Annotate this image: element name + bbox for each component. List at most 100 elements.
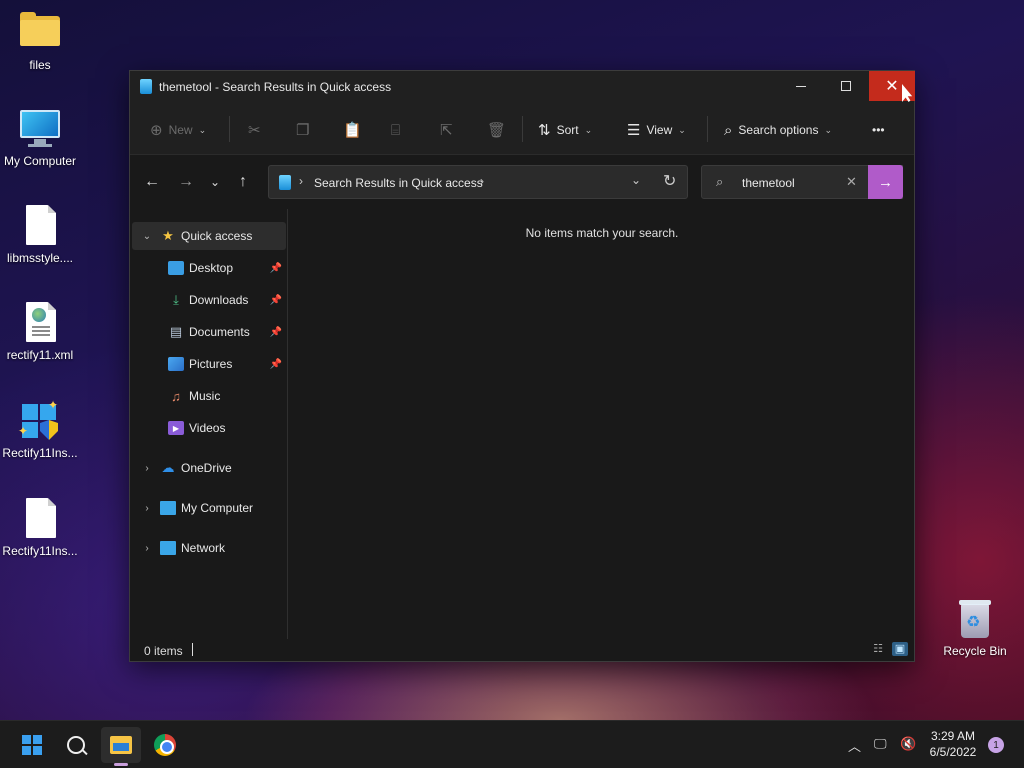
- breadcrumb[interactable]: Search Results in Quick access: [314, 176, 483, 190]
- maximize-button[interactable]: [823, 71, 869, 101]
- plus-circle-icon: ⊕: [150, 122, 163, 139]
- search-go-button[interactable]: →: [868, 165, 903, 199]
- volume-tray-button[interactable]: 🔇: [900, 736, 916, 752]
- sidebar-item-pictures[interactable]: Pictures 📌: [132, 350, 286, 378]
- start-button[interactable]: [12, 727, 52, 763]
- share-button[interactable]: ⇱: [440, 117, 459, 143]
- view-button[interactable]: ☰ View ⌄: [627, 117, 686, 143]
- search-icon: [67, 736, 85, 754]
- copy-button[interactable]: ❐: [296, 117, 315, 143]
- refresh-icon: ↻: [663, 173, 677, 190]
- maximize-icon: [841, 81, 851, 91]
- sidebar-item-my-computer[interactable]: › My Computer: [132, 494, 286, 522]
- sidebar-item-label: Documents: [189, 325, 250, 339]
- sidebar-item-network[interactable]: › Network: [132, 534, 286, 562]
- network-tray-button[interactable]: 🖵: [874, 736, 887, 752]
- close-button[interactable]: ✕: [869, 71, 915, 101]
- navigation-pane: ⌄ ★ Quick access Desktop 📌 ⤓ Downloads 📌…: [130, 209, 288, 639]
- toolbar-divider: [229, 116, 230, 142]
- breadcrumb-separator-icon[interactable]: ›: [480, 174, 484, 188]
- back-button[interactable]: ←: [144, 173, 160, 191]
- speaker-muted-icon: 🔇: [900, 736, 917, 751]
- more-options-button[interactable]: •••: [872, 117, 885, 143]
- sidebar-item-label: Pictures: [189, 357, 233, 371]
- address-history-button[interactable]: ⌄: [631, 173, 641, 187]
- taskbar-file-explorer[interactable]: [101, 727, 141, 763]
- arrow-right-icon: →: [178, 173, 194, 190]
- sidebar-item-label: Desktop: [189, 261, 234, 275]
- windows-logo-icon: [22, 735, 42, 755]
- sort-button[interactable]: ⇅ Sort ⌄: [538, 117, 592, 143]
- title-bar[interactable]: themetool - Search Results in Quick acce…: [130, 71, 915, 103]
- pin-icon[interactable]: 📌: [270, 295, 282, 306]
- show-hidden-icons-button[interactable]: ︿: [848, 736, 861, 755]
- minimize-button[interactable]: [778, 71, 824, 101]
- sidebar-item-onedrive[interactable]: › ☁ OneDrive: [132, 454, 286, 482]
- large-icons-view-icon: ▣: [894, 643, 906, 655]
- chevron-right-icon[interactable]: ›: [140, 463, 154, 474]
- desktop-icon-label: Recycle Bin: [943, 644, 1007, 658]
- command-bar: ⊕ New ⌄ ✂ ❐ 📋 ⌸ ⇱ 🗑 ⇅ Sort ⌄ ☰ View ⌄ ⌕ …: [130, 103, 914, 155]
- sidebar-item-downloads[interactable]: ⤓ Downloads 📌: [132, 286, 286, 314]
- cut-button[interactable]: ✂: [248, 117, 267, 143]
- new-button[interactable]: ⊕ New ⌄: [150, 117, 206, 143]
- chevron-down-icon: ⌄: [198, 124, 207, 135]
- search-options-icon: ⌕: [724, 121, 733, 139]
- sidebar-item-desktop[interactable]: Desktop 📌: [132, 254, 286, 282]
- pictures-icon: [168, 357, 184, 371]
- desktop-icon-recycle-bin[interactable]: ♻ Recycle Bin: [935, 598, 1015, 658]
- sidebar-item-documents[interactable]: ▤ Documents 📌: [132, 318, 286, 346]
- desktop-icon-rectify11-installer[interactable]: ✦ ✦ Rectify11Ins...: [0, 398, 80, 460]
- status-divider: [192, 643, 193, 656]
- search-options-label: Search options: [738, 123, 819, 137]
- pin-icon[interactable]: 📌: [270, 327, 282, 338]
- file-icon: [18, 498, 62, 540]
- desktop-icon-libmsstyle[interactable]: libmsstyle....: [0, 205, 80, 265]
- search-input[interactable]: themetool: [742, 176, 795, 190]
- sidebar-item-label: Network: [181, 541, 226, 555]
- search-icon: ⌕: [716, 174, 724, 189]
- recent-locations-button[interactable]: ⌄: [210, 175, 220, 189]
- file-icon: [18, 205, 62, 247]
- clear-search-button[interactable]: ✕: [846, 174, 857, 190]
- taskbar-chrome[interactable]: [145, 727, 185, 763]
- chevron-right-icon[interactable]: ›: [140, 543, 154, 554]
- desktop-icon-rectify11-installer-2[interactable]: Rectify11Ins...: [0, 498, 80, 558]
- taskbar-clock[interactable]: 3:29 AM 6/5/2022: [918, 728, 988, 760]
- large-icons-view-button[interactable]: ▣: [892, 642, 908, 656]
- rename-button[interactable]: ⌸: [391, 117, 406, 143]
- file-explorer-icon: [110, 736, 132, 754]
- file-list-area[interactable]: No items match your search.: [290, 209, 914, 639]
- view-label: View: [646, 123, 673, 137]
- sidebar-item-music[interactable]: ♫ Music: [132, 382, 286, 410]
- search-options-button[interactable]: ⌕ Search options ⌄: [724, 117, 832, 143]
- chevron-right-icon[interactable]: ›: [140, 503, 154, 514]
- arrow-up-icon: ↑: [239, 173, 247, 190]
- paste-button[interactable]: 📋: [343, 117, 368, 143]
- delete-button[interactable]: 🗑: [487, 117, 512, 143]
- trash-icon: 🗑: [487, 122, 507, 139]
- address-bar[interactable]: › Search Results in Quick access › ⌄ ↻: [268, 165, 688, 199]
- sidebar-item-videos[interactable]: ▶ Videos: [132, 414, 286, 442]
- sidebar-item-quick-access[interactable]: ⌄ ★ Quick access: [132, 222, 286, 250]
- refresh-button[interactable]: ↻: [663, 171, 676, 191]
- up-button[interactable]: ↑: [239, 173, 247, 191]
- details-view-button[interactable]: ☷: [870, 642, 886, 656]
- desktop-icon-files[interactable]: files: [0, 12, 80, 72]
- empty-results-message: No items match your search.: [525, 226, 679, 240]
- document-icon: ▤: [169, 324, 183, 339]
- window-title: themetool - Search Results in Quick acce…: [159, 80, 392, 94]
- forward-button[interactable]: →: [178, 173, 194, 191]
- pin-icon[interactable]: 📌: [270, 359, 282, 370]
- chevron-down-icon[interactable]: ⌄: [140, 231, 154, 242]
- taskbar-search-button[interactable]: [56, 727, 96, 763]
- notification-badge[interactable]: 1: [988, 737, 1004, 753]
- cloud-icon: ☁: [161, 460, 175, 475]
- network-monitor-icon: 🖵: [874, 736, 887, 751]
- desktop-icon-rectify11-xml[interactable]: rectify11.xml: [0, 302, 80, 362]
- pin-icon[interactable]: 📌: [270, 263, 282, 274]
- network-icon: [160, 541, 176, 555]
- desktop-icon-label: My Computer: [3, 154, 77, 168]
- desktop-icon-my-computer[interactable]: My Computer: [0, 108, 80, 168]
- sort-label: Sort: [556, 123, 579, 137]
